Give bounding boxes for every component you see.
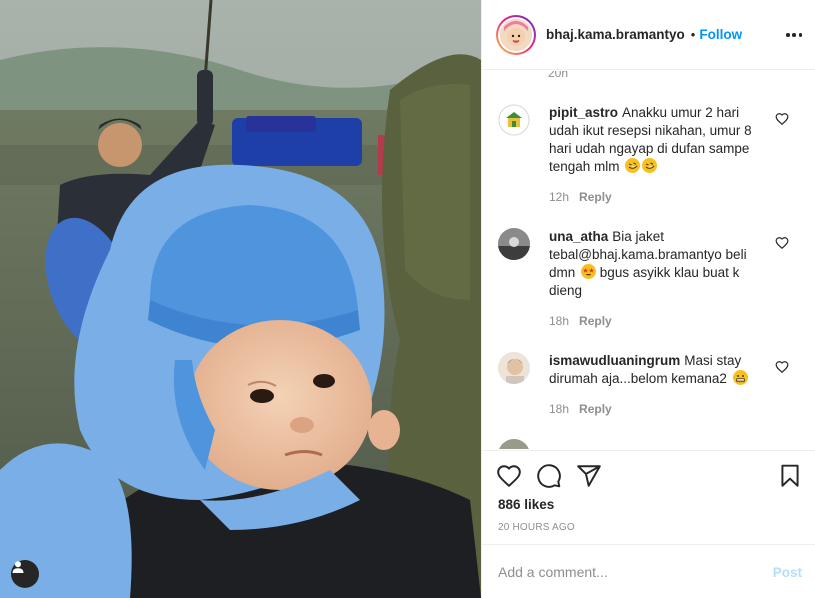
post-actions: 886 likes 20 HOURS AGO bbox=[482, 450, 815, 544]
heart-icon[interactable] bbox=[496, 463, 522, 489]
reply-button[interactable]: Reply bbox=[579, 314, 612, 328]
star-struck-emoji bbox=[581, 264, 597, 279]
commenter-avatar[interactable] bbox=[498, 104, 530, 136]
reply-button[interactable]: Reply bbox=[579, 402, 612, 416]
comment-time: 18h bbox=[549, 314, 570, 328]
comment-username[interactable]: una_atha bbox=[549, 229, 608, 244]
post-video-frame bbox=[0, 0, 481, 598]
more-options-icon[interactable] bbox=[786, 27, 802, 43]
share-icon[interactable] bbox=[576, 463, 602, 489]
comment-meta: 12h Reply bbox=[549, 190, 612, 204]
like-comment-heart-icon[interactable] bbox=[775, 360, 789, 374]
comment-message-continued: bgus asyikk klau buat k dieng bbox=[549, 265, 740, 298]
commenter-avatar[interactable] bbox=[498, 352, 530, 384]
post-video[interactable] bbox=[0, 0, 481, 598]
post-sidebar: bhaj.kama.bramantyo • Follow 20h pipit_a… bbox=[481, 0, 815, 598]
comment-meta: 18h Reply bbox=[549, 402, 612, 416]
rolling-on-floor-laughing-emoji bbox=[625, 158, 641, 173]
post-timestamp[interactable]: 20 HOURS AGO bbox=[498, 522, 575, 533]
comment-username[interactable]: pipit_astro bbox=[549, 105, 618, 120]
comment-text: una_atha Bia jaket tebal@bhaj.kama.braman… bbox=[549, 228, 764, 300]
reply-button[interactable]: Reply bbox=[579, 190, 612, 204]
bookmark-icon[interactable] bbox=[777, 463, 803, 489]
previous-comment-time: 20h bbox=[548, 71, 569, 80]
comment-text: ismawudluaningrum Masi stay dirumah aja..… bbox=[549, 352, 764, 388]
commenter-avatar[interactable] bbox=[498, 228, 530, 260]
comment-input[interactable] bbox=[498, 563, 748, 580]
comment-time: 12h bbox=[549, 190, 570, 204]
comment-icon[interactable] bbox=[536, 463, 562, 489]
comment-time: 18h bbox=[549, 402, 570, 416]
author-avatar[interactable] bbox=[496, 14, 536, 55]
author-username[interactable]: bhaj.kama.bramantyo bbox=[546, 27, 685, 42]
rolling-on-floor-laughing-emoji bbox=[642, 158, 658, 173]
comments-list[interactable]: 20h pipit_astro Anakku umur 2 hari udah i… bbox=[482, 71, 815, 449]
like-comment-heart-icon[interactable] bbox=[775, 236, 789, 250]
tagged-user-icon[interactable] bbox=[11, 560, 39, 588]
like-count[interactable]: 886 likes bbox=[498, 497, 554, 512]
header-separator: • bbox=[690, 27, 696, 42]
post-header: bhaj.kama.bramantyo • Follow bbox=[482, 0, 815, 70]
post-comment-button[interactable]: Post bbox=[773, 565, 802, 580]
comment-username[interactable]: ismawudluaningrum bbox=[549, 353, 680, 368]
grimacing-emoji bbox=[732, 370, 748, 385]
follow-button[interactable]: Follow bbox=[699, 27, 742, 42]
comment-meta: 18h Reply bbox=[549, 314, 612, 328]
comment-text: pipit_astro Anakku umur 2 hari udah ikut … bbox=[549, 104, 764, 176]
commenter-avatar[interactable] bbox=[498, 439, 530, 449]
like-comment-heart-icon[interactable] bbox=[775, 112, 789, 126]
add-comment-bar: Post bbox=[482, 544, 815, 598]
